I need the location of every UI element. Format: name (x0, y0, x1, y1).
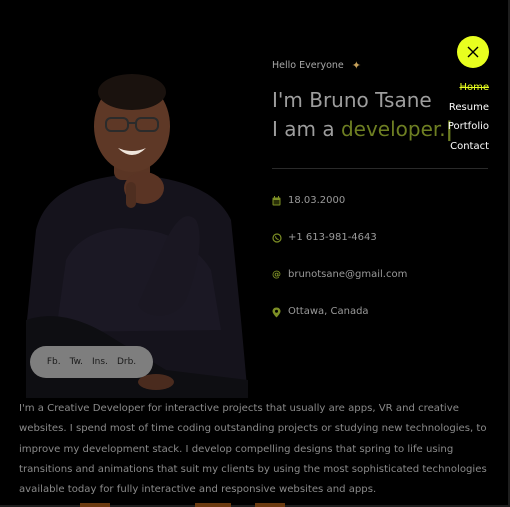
social-link-instagram[interactable]: Ins. (92, 357, 108, 367)
birthdate-text: 18.03.2000 (288, 195, 346, 206)
social-link-dribbble[interactable]: Drb. (117, 357, 136, 367)
social-link-twitter[interactable]: Tw. (70, 357, 83, 367)
social-link-facebook[interactable]: Fb. (47, 357, 61, 367)
main-nav: Home Resume Portfolio Contact (448, 82, 489, 160)
hero-name: I'm Bruno Tsane (272, 88, 432, 112)
decorative-bar (80, 503, 110, 507)
location-pin-icon (272, 307, 281, 317)
role-prefix: I am a (272, 117, 341, 141)
social-links: Fb. Tw. Ins. Drb. (30, 346, 153, 378)
info-phone: +1 613-981-4643 (272, 232, 377, 243)
bio-paragraph: I'm a Creative Developer for interactive… (19, 403, 487, 496)
whatsapp-icon (272, 232, 282, 243)
calendar-icon (272, 195, 281, 206)
info-birthdate: 18.03.2000 (272, 195, 345, 206)
greeting: Hello Everyone ✦ (272, 59, 361, 72)
nav-item-contact[interactable]: Contact (448, 141, 489, 154)
info-email: @ brunotsane@gmail.com (272, 269, 407, 280)
close-icon (467, 46, 479, 58)
info-location: Ottawa, Canada (272, 306, 369, 317)
decorative-bar (255, 503, 285, 507)
nav-item-portfolio[interactable]: Portfolio (448, 121, 489, 134)
greeting-text: Hello Everyone (272, 60, 344, 71)
email-text[interactable]: brunotsane@gmail.com (288, 269, 407, 280)
hero-role: I am a developer.| (272, 117, 453, 141)
phone-text[interactable]: +1 613-981-4643 (288, 232, 377, 243)
nav-item-resume[interactable]: Resume (448, 102, 489, 115)
at-icon: @ (272, 269, 281, 280)
nav-item-home[interactable]: Home (448, 82, 489, 95)
divider (272, 168, 488, 169)
close-menu-button[interactable] (457, 36, 489, 68)
location-text: Ottawa, Canada (288, 306, 369, 317)
role-accent: developer. (340, 117, 446, 141)
waving-hand-icon: ✦ (351, 59, 361, 72)
decorative-bar (195, 503, 231, 507)
